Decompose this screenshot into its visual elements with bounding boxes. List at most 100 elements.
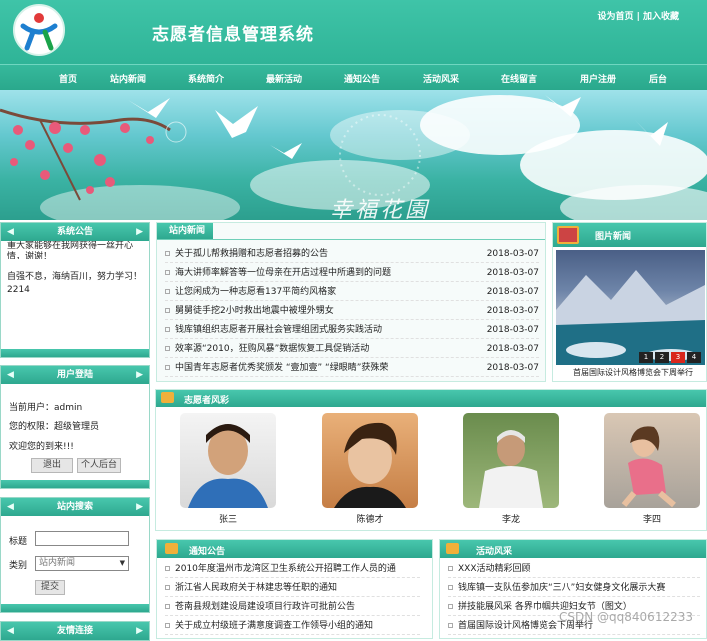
site-news-tab[interactable]: 站内新闻 [157, 223, 214, 239]
arrow-right-icon: ▶ [136, 370, 143, 380]
title-label: 标题 [9, 537, 28, 547]
system-notice-title: 系统公告 [56, 227, 93, 237]
activity-row-1[interactable]: XXX活动精彩回顾 [448, 560, 700, 578]
bullet-icon [165, 289, 170, 294]
activity-row-2[interactable]: 钱库镇一支队伍参加庆“三八”妇女健身文化展示大赛 [448, 579, 700, 597]
news-row-1[interactable]: 关于孤儿帮救捐赠和志愿者招募的公告 2018-03-07 [165, 245, 539, 263]
volunteer-photo-1[interactable] [180, 413, 276, 508]
nav-message[interactable]: 在线留言 [501, 72, 537, 85]
volunteer-logo-icon [20, 13, 58, 51]
photo-news-image[interactable]: 1 2 3 4 [556, 250, 705, 365]
bullet-icon [165, 308, 170, 313]
notices-panel: 通知公告 2010年度温州市龙湾区卫生系统公开招聘工作人员的通 浙江省人民政府关… [156, 539, 433, 639]
notices-title: 通知公告 [189, 547, 226, 557]
friend-links-box: ◀ 友情连接 ▶ [0, 621, 150, 641]
main-nav: 首页 站内新闻 系统简介 最新活动 通知公告 活动风采 在线留言 用户注册 后台 [0, 64, 707, 90]
page-2-button[interactable]: 2 [655, 352, 669, 363]
volunteer-photo-4[interactable] [604, 413, 700, 508]
logout-button[interactable]: 退出 [31, 458, 73, 473]
csdn-watermark: CSDN @qq840612233 [559, 610, 693, 624]
friend-links-header: ◀ 友情连接 ▶ [1, 622, 149, 640]
books-icon [557, 226, 579, 244]
volunteer-photo-2[interactable] [322, 413, 418, 508]
site-news-panel: 站内新闻 关于孤儿帮救捐赠和志愿者招募的公告 2018-03-07 海大讲师率解答… [156, 222, 546, 382]
folder-icon [446, 543, 459, 554]
search-submit-button[interactable]: 提交 [35, 580, 65, 595]
bullet-icon [165, 270, 170, 275]
search-header: ◀ 站内搜索 ▶ [1, 498, 149, 516]
category-select[interactable]: 站内新闻 ▼ [35, 556, 129, 571]
photo-news-title: 图片新闻 [595, 232, 632, 242]
user-center-button[interactable]: 个人后台 [77, 458, 121, 473]
notice-row-2[interactable]: 浙江省人民政府关于林建忠等任职的通知 [165, 579, 420, 597]
site-header: 志愿者信息管理系统 设为首页 | 加入收藏 [0, 0, 707, 64]
page-3-button[interactable]: 3 [671, 352, 685, 363]
current-user: 当前用户：admin [9, 403, 83, 413]
bullet-icon [165, 365, 170, 370]
bullet-icon [165, 604, 170, 609]
news-row-7[interactable]: 中国青年志愿者优秀奖颁发 “壹加壹” “绿眼睛”获殊荣 2018-03-07 [165, 359, 539, 377]
nav-home[interactable]: 首页 [59, 72, 77, 85]
site-search-box: ◀ 站内搜索 ▶ 标题 类别 站内新闻 ▼ 提交 [0, 497, 150, 613]
bullet-icon [165, 251, 170, 256]
arrow-right-icon: ▶ [136, 502, 143, 512]
notice-row-4[interactable]: 关于成立村级班子满意度调查工作领导小组的通知 [165, 617, 420, 635]
news-row-6[interactable]: 效率源“2010，狂购风暴”数据恢复工具促销活动 2018-03-07 [165, 340, 539, 358]
arrow-left-icon: ◀ [7, 370, 14, 380]
page-1-button[interactable]: 1 [639, 352, 653, 363]
nav-intro[interactable]: 系统简介 [188, 72, 224, 85]
photo-pager: 1 2 3 4 [639, 352, 701, 363]
volunteer-name-1: 张三 [218, 515, 237, 525]
person-portrait-icon [621, 426, 676, 508]
search-title: 站内搜索 [56, 502, 93, 512]
category-value: 站内新闻 [39, 558, 76, 568]
site-title: 志愿者信息管理系统 [152, 25, 314, 45]
bullet-icon [165, 566, 170, 571]
nav-news[interactable]: 站内新闻 [110, 72, 146, 85]
arrow-right-icon: ▶ [136, 227, 143, 237]
category-label: 类别 [9, 561, 28, 571]
news-row-5[interactable]: 钱库镇组织志愿者开展社会管理组团式服务实践活动 2018-03-07 [165, 321, 539, 339]
photo-news-panel: 图片新闻 1 2 3 4 首届国际设计风格博览会下周举行 [552, 222, 707, 382]
folder-icon [165, 543, 178, 554]
bullet-icon [448, 623, 453, 628]
login-header: ◀ 用户登陆 ▶ [1, 366, 149, 384]
bullet-icon [448, 566, 453, 571]
news-row-2[interactable]: 海大讲师率解答等一位母亲在开店过程中所遇到的问题 2018-03-07 [165, 264, 539, 282]
volunteer-photo-3[interactable] [463, 413, 559, 508]
news-row-3[interactable]: 让您闲成为一种志愿看137平简约风格家 2018-03-07 [165, 283, 539, 301]
top-links[interactable]: 设为首页 | 加入收藏 [597, 9, 679, 22]
volunteer-name-2: 陈德才 [356, 515, 384, 525]
volunteer-name-3: 李龙 [501, 515, 520, 525]
nav-gallery[interactable]: 活动风采 [423, 72, 459, 85]
login-title: 用户登陆 [56, 370, 93, 380]
site-logo[interactable] [13, 4, 65, 56]
nav-activities[interactable]: 最新活动 [266, 72, 302, 85]
arrow-left-icon: ◀ [7, 502, 14, 512]
person-portrait-icon [188, 424, 268, 508]
photo-news-caption[interactable]: 首届国际设计风格博览会下周举行 [573, 367, 693, 378]
bullet-icon [165, 327, 170, 332]
notice-row-3[interactable]: 苍南县规划建设局建设项目行政许可批前公告 [165, 598, 420, 616]
notice-line-1: 重大家能够在我网获得一丝开心情，谢谢！ [7, 241, 134, 259]
title-input[interactable] [35, 531, 129, 546]
person-portrait-icon [479, 430, 543, 508]
volunteer-name-4: 李四 [642, 515, 661, 525]
notice-row-1[interactable]: 2010年度温州市龙湾区卫生系统公开招聘工作人员的通 [165, 560, 420, 578]
welcome-text: 欢迎您的到来!!! [9, 442, 74, 452]
lake-landscape-icon [556, 270, 705, 365]
nav-notices[interactable]: 通知公告 [344, 72, 380, 85]
page-4-button[interactable]: 4 [687, 352, 701, 363]
arrow-right-icon: ▶ [136, 626, 143, 636]
chevron-down-icon: ▼ [119, 559, 125, 567]
notice-line-2: 自强不息，海纳百川，努力学习！2214 [7, 272, 143, 295]
volunteers-title: 志愿者风彩 [184, 396, 230, 406]
banner-text: 幸福花園 [330, 198, 431, 220]
activities-panel: 活动风采 XXX活动精彩回顾 钱库镇一支队伍参加庆“三八”妇女健身文化展示大赛 … [439, 539, 707, 639]
banner-image: 幸福花園 [0, 90, 707, 220]
nav-register[interactable]: 用户注册 [580, 72, 616, 85]
news-row-4[interactable]: 舅舅徒手挖2小时救出地震中被埋外甥女 2018-03-07 [165, 302, 539, 320]
nav-admin[interactable]: 后台 [649, 72, 667, 85]
folder-icon [161, 392, 174, 403]
person-portrait-icon [334, 422, 406, 508]
